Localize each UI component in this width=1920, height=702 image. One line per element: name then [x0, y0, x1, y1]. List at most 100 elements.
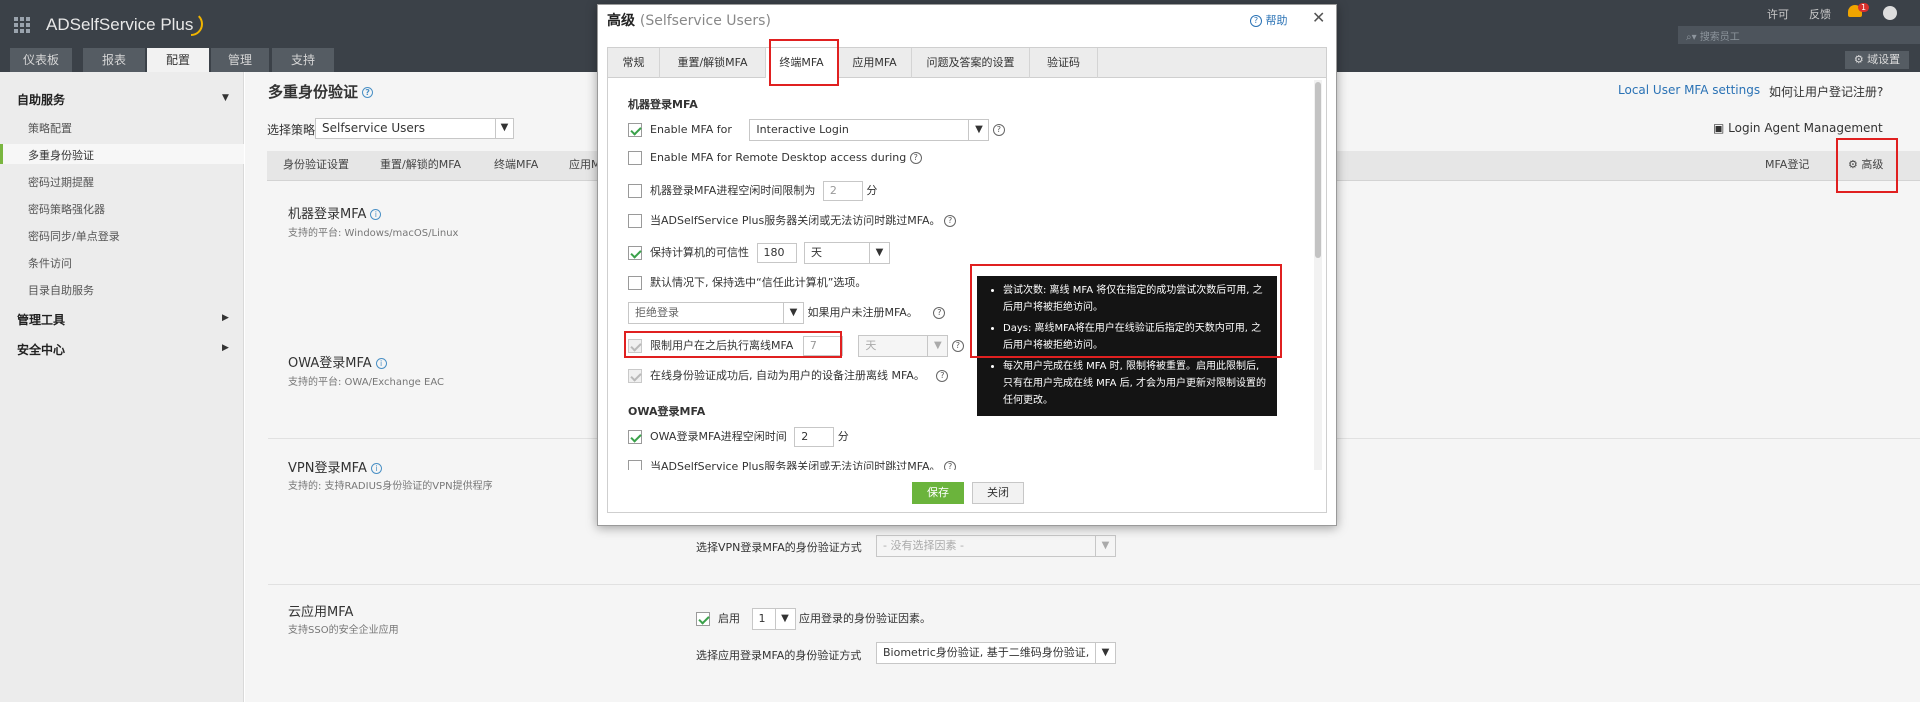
- owa-heading: OWA登录MFA: [628, 405, 706, 418]
- sidebar-item-directory[interactable]: 目录自助服务: [28, 282, 94, 298]
- section-title-cloud: 云应用MFA: [288, 605, 354, 620]
- tab-auth-settings[interactable]: 身份验证设置: [283, 156, 349, 172]
- owa-skip-checkbox[interactable]: [628, 460, 642, 470]
- help-icon[interactable]: ?: [909, 152, 922, 164]
- trust-checkbox[interactable]: [628, 246, 642, 260]
- how-register-link[interactable]: 如何让用户登记注册?: [1769, 83, 1883, 100]
- tooltip-item: 每次用户完成在线 MFA 时, 限制将被重置。启用此限制后, 只有在用户完成在线…: [1003, 358, 1267, 409]
- trust-unit-select[interactable]: 天 ▼: [804, 242, 890, 264]
- skip-when-down-row: 当ADSelfService Plus服务器关闭或无法访问时跳过MFA。 ?: [628, 212, 957, 228]
- dialog-title: 高级 (Selfservice Users): [607, 13, 771, 29]
- close-icon[interactable]: ✕: [1312, 8, 1325, 27]
- highlight-box: [1836, 138, 1898, 193]
- tab-endpoint-mfa[interactable]: 终端MFA: [494, 156, 538, 172]
- mfa-register-link[interactable]: MFA登记: [1765, 156, 1809, 172]
- sidebar-item-policy[interactable]: 策略配置: [28, 120, 72, 136]
- sidebar-item-mfa[interactable]: 多重身份验证: [28, 147, 94, 163]
- chevron-down-icon: ▼: [869, 243, 889, 263]
- dialog-help-link[interactable]: ? 帮助: [1250, 12, 1288, 28]
- section-sub-owa: 支持的平台: OWA/Exchange EAC: [288, 377, 444, 388]
- sidebar-item-sync-sso[interactable]: 密码同步/单点登录: [28, 228, 120, 244]
- auto-register-checkbox[interactable]: [628, 369, 642, 383]
- page-title: 多重身份验证?: [268, 81, 374, 102]
- local-mfa-link[interactable]: Local User MFA settings: [1618, 83, 1760, 97]
- enable-mfa-select[interactable]: Interactive Login ▼: [749, 119, 990, 141]
- deny-row: 拒绝登录 ▼ 如果用户未注册MFA。 ?: [628, 302, 946, 324]
- info-icon[interactable]: i: [370, 209, 382, 220]
- cloud-method-select[interactable]: Biometric身份验证, 基于二维码身份验证, ▼: [876, 642, 1116, 664]
- sidebar-item-expiry[interactable]: 密码过期提醒: [28, 174, 94, 190]
- sidebar-section-self-service[interactable]: 自助服务: [17, 91, 65, 108]
- help-icon[interactable]: ?: [936, 370, 949, 382]
- policy-select[interactable]: Selfservice Users ▼: [315, 118, 514, 139]
- idle-limit-input[interactable]: 2: [822, 181, 863, 201]
- chevron-down-icon: ▼: [1095, 536, 1115, 556]
- app-grid-icon[interactable]: [14, 17, 30, 33]
- feedback-link[interactable]: 反馈: [1809, 6, 1831, 22]
- vpn-method-label: 选择VPN登录MFA的身份验证方式: [696, 541, 862, 554]
- help-icon[interactable]: ?: [951, 340, 964, 352]
- chevron-down-icon: ▼: [1095, 643, 1115, 663]
- help-icon[interactable]: ?: [944, 215, 957, 227]
- idle-limit-checkbox[interactable]: [628, 184, 642, 198]
- sidebar-section-admin[interactable]: 管理工具: [17, 311, 65, 328]
- chevron-right-icon: ▶: [222, 343, 229, 353]
- highlight-box: [769, 39, 839, 86]
- owa-idle-row: OWA登录MFA进程空闲时间 2 分: [628, 427, 849, 447]
- tab-dashboard[interactable]: 仪表板: [10, 48, 72, 72]
- skip-when-down-checkbox[interactable]: [628, 214, 642, 228]
- license-link[interactable]: 许可: [1767, 6, 1789, 22]
- enable-mfa-checkbox[interactable]: [628, 123, 642, 137]
- auto-register-row: 在线身份验证成功后, 自动为用户的设备注册离线 MFA。 ?: [628, 367, 949, 383]
- login-agent-link[interactable]: ▣ Login Agent Management: [1713, 121, 1883, 135]
- chevron-right-icon: ▶: [222, 313, 229, 323]
- save-button[interactable]: 保存: [912, 482, 964, 504]
- divider: [268, 584, 1920, 585]
- tab-reset-unlock[interactable]: 重置/解锁的MFA: [380, 156, 461, 172]
- help-icon[interactable]: ?: [944, 461, 957, 470]
- dialog-scrollbar[interactable]: [1314, 80, 1322, 470]
- dialog-tab-captcha[interactable]: 验证码: [1030, 48, 1098, 78]
- owa-skip-row: 当ADSelfService Plus服务器关闭或无法访问时跳过MFA。 ?: [628, 458, 957, 470]
- rdp-checkbox[interactable]: [628, 151, 642, 165]
- idle-limit-row: 机器登录MFA进程空闲时间限制为 2 分: [628, 181, 877, 201]
- sidebar-item-enforcer[interactable]: 密码策略强化器: [28, 201, 105, 217]
- tab-admin[interactable]: 管理: [211, 48, 269, 72]
- help-icon[interactable]: ?: [933, 307, 946, 319]
- deny-select[interactable]: 拒绝登录 ▼: [628, 302, 804, 324]
- info-icon[interactable]: i: [370, 463, 382, 474]
- trust-input[interactable]: 180: [756, 243, 797, 263]
- dialog-tab-general[interactable]: 常规: [608, 48, 660, 78]
- search-input[interactable]: ⌕▾ 搜索员工: [1678, 26, 1920, 44]
- machine-heading: 机器登录MFA: [628, 98, 698, 111]
- avatar[interactable]: [1883, 6, 1897, 20]
- trust-row: 保持计算机的可信性 180 天 ▼: [628, 242, 890, 264]
- vpn-method-select[interactable]: - 没有选择因素 - ▼: [876, 535, 1116, 557]
- tab-reports[interactable]: 报表: [83, 48, 145, 72]
- tab-support[interactable]: 支持: [272, 48, 334, 72]
- notification-badge: 1: [1858, 3, 1870, 12]
- tab-app-mfa[interactable]: 应用M: [569, 156, 601, 172]
- close-button[interactable]: 关闭: [972, 482, 1024, 504]
- dialog-tab-app-mfa[interactable]: 应用MFA: [838, 48, 912, 78]
- dialog-tab-reset-unlock[interactable]: 重置/解锁MFA: [660, 48, 766, 78]
- owa-idle-checkbox[interactable]: [628, 430, 642, 444]
- sidebar-item-conditional[interactable]: 条件访问: [28, 255, 72, 271]
- policy-label: 选择策略: [267, 123, 316, 137]
- domain-settings-button[interactable]: ⚙ 域设置: [1845, 51, 1909, 69]
- section-title-vpn: VPN登录MFA i: [288, 457, 382, 476]
- help-icon[interactable]: ?: [992, 124, 1005, 136]
- default-trust-checkbox[interactable]: [628, 276, 642, 290]
- help-icon[interactable]: ?: [362, 87, 374, 98]
- app-title: ADSelfService Plus: [46, 15, 194, 34]
- cloud-method-label: 选择应用登录MFA的身份验证方式: [696, 649, 862, 662]
- cloud-enable-checkbox[interactable]: [696, 612, 710, 626]
- tab-configuration[interactable]: 配置: [147, 48, 209, 72]
- sidebar-section-security[interactable]: 安全中心: [17, 341, 65, 358]
- info-icon[interactable]: i: [375, 358, 387, 369]
- owa-idle-input[interactable]: 2: [794, 427, 835, 447]
- domain-settings-label: 域设置: [1867, 53, 1901, 66]
- cloud-count-select[interactable]: 1 ▼: [751, 608, 796, 630]
- dialog-tab-qa[interactable]: 问题及答案的设置: [912, 48, 1030, 78]
- limit-unit-select[interactable]: 天 ▼: [858, 335, 949, 357]
